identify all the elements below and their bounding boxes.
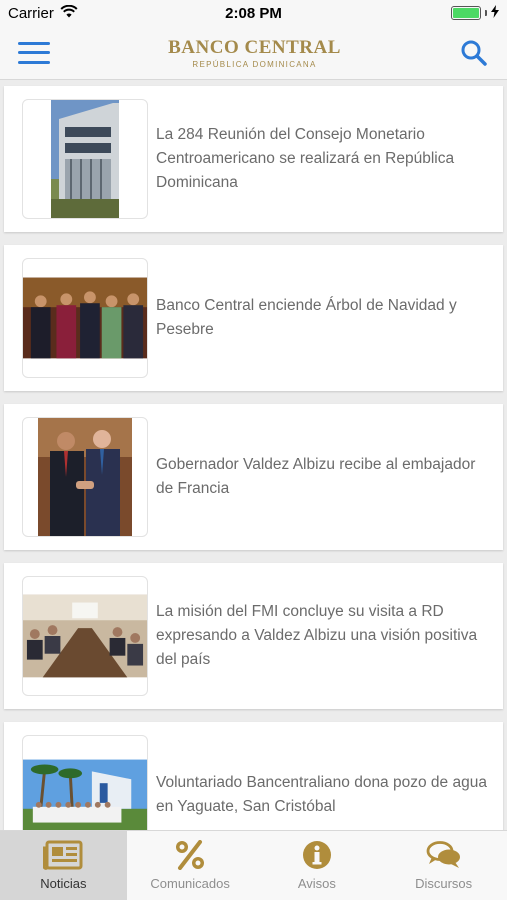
info-icon	[302, 841, 331, 869]
news-title: Gobernador Valdez Albizu recibe al embaj…	[156, 456, 476, 497]
tab-bar: Noticias Comunicados Avisos Discursos	[0, 830, 507, 900]
news-thumbnail	[22, 258, 148, 378]
news-thumbnail	[22, 99, 148, 219]
news-card[interactable]: Gobernador Valdez Albizu recibe al embaj…	[4, 404, 503, 550]
percent-icon	[176, 840, 205, 870]
news-feed[interactable]: La 284 Reunión del Consejo Monetario Cen…	[0, 80, 507, 830]
battery-icon	[451, 6, 481, 20]
news-thumbnail	[22, 417, 148, 537]
logo-subtitle: REPÚBLICA DOMINICANA	[192, 59, 317, 69]
tab-label: Avisos	[297, 876, 336, 891]
speech-bubbles-icon	[426, 841, 460, 868]
search-icon	[461, 40, 487, 66]
tab-noticias[interactable]: Noticias	[0, 831, 127, 900]
meeting-photo	[23, 594, 147, 678]
tab-avisos[interactable]: Avisos	[254, 831, 381, 900]
menu-line	[18, 60, 50, 64]
news-title: La 284 Reunión del Consejo Monetario Cen…	[156, 126, 455, 191]
news-card[interactable]: La misión del FMI concluye su visita a R…	[4, 563, 503, 709]
logo-title: BANCO CENTRAL	[168, 36, 341, 58]
news-title: Banco Central enciende Árbol de Navidad …	[156, 297, 457, 338]
news-card[interactable]: Voluntariado Bancentraliano dona pozo de…	[4, 722, 503, 830]
news-title: Voluntariado Bancentraliano dona pozo de…	[156, 774, 487, 815]
carrier-label: Carrier	[8, 4, 54, 22]
bank-logo: BANCO CENTRAL REPÚBLICA DOMINICANA	[168, 37, 341, 69]
news-thumbnail	[22, 735, 148, 830]
menu-line	[18, 51, 50, 54]
charging-bolt-icon	[491, 4, 499, 22]
news-title: La misión del FMI concluye su visita a R…	[156, 603, 478, 668]
status-bar: Carrier 2:08 PM	[0, 0, 507, 26]
wifi-icon	[60, 4, 78, 22]
tab-comunicados[interactable]: Comunicados	[127, 831, 254, 900]
nav-bar: BANCO CENTRAL REPÚBLICA DOMINICANA	[0, 26, 507, 80]
news-card[interactable]: La 284 Reunión del Consejo Monetario Cen…	[4, 86, 503, 232]
handshake-photo	[38, 418, 132, 536]
volunteers-photo	[23, 759, 147, 830]
menu-line	[18, 41, 50, 45]
building-photo	[51, 100, 119, 218]
tab-label: Noticias	[40, 876, 87, 891]
tab-label: Comunicados	[150, 876, 230, 891]
group-photo	[23, 277, 147, 359]
newspaper-icon	[43, 840, 83, 870]
tab-discursos[interactable]: Discursos	[380, 831, 507, 900]
news-thumbnail	[22, 576, 148, 696]
battery-tip	[485, 10, 487, 16]
news-card[interactable]: Banco Central enciende Árbol de Navidad …	[4, 245, 503, 391]
menu-button[interactable]	[18, 41, 50, 64]
search-button[interactable]	[459, 38, 489, 68]
tab-label: Discursos	[415, 876, 473, 891]
